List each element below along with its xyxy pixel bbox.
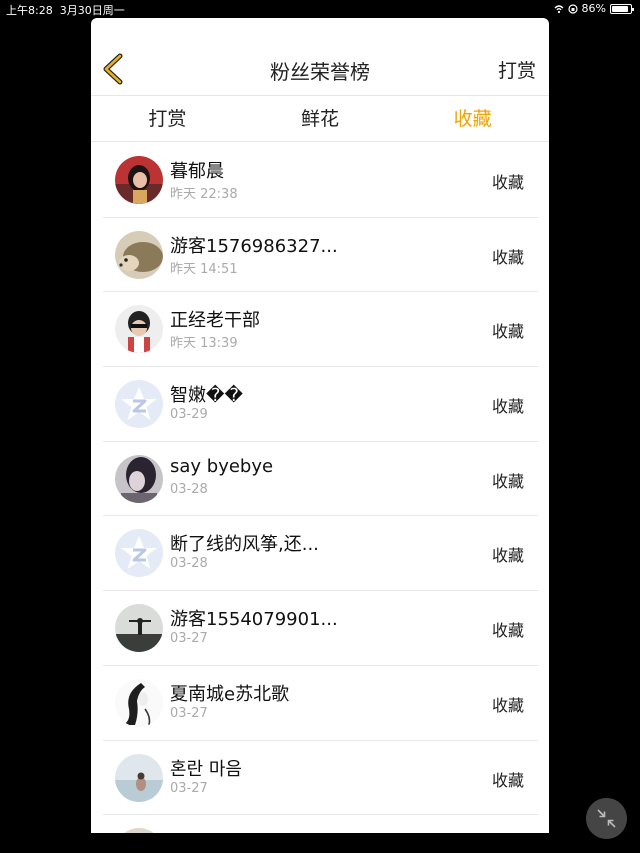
list-item[interactable]: 游客1554079901... 03-27 收藏 [103,591,538,666]
tab-flowers[interactable]: 鲜花 [244,96,397,141]
list-item-partial[interactable] [103,815,538,833]
status-right: 86% [554,2,634,15]
fan-list: 暮郁晨 昨天 22:38 收藏 游客1576986327... 昨天 14:51… [91,143,549,833]
status-time-date: 上午8:28 3月30日周一 [6,2,125,18]
fan-name: 正经老干部 [170,310,260,332]
tab-reward[interactable]: 打赏 [91,96,244,141]
list-item[interactable]: 正经老干部 昨天 13:39 收藏 [103,292,538,368]
favorite-action[interactable]: 收藏 [492,617,524,641]
fan-name: 断了线的风筝,还... [170,534,319,556]
avatar-sketch [115,678,163,727]
avatar-seaside [115,753,163,802]
fan-name: 夏南城e苏北歌 [170,683,290,705]
avatar-person [115,305,163,354]
tab-favorites[interactable]: 收藏 [396,96,549,141]
favorite-action[interactable]: 收藏 [492,244,524,268]
favorite-action[interactable]: 收藏 [492,542,524,566]
fan-time: 03-27 [170,705,208,721]
avatar-portrait [115,156,163,204]
favorite-action[interactable]: 收藏 [492,692,524,716]
collapse-icon[interactable] [586,798,627,839]
list-item[interactable]: 夏南城e苏北歌 03-27 收藏 [103,666,538,741]
avatar-silhouette [115,604,163,653]
list-item[interactable]: say byebye 03-28 收藏 [103,442,538,517]
fan-time: 03-28 [170,556,208,572]
list-item[interactable]: 断了线的风筝,还... 03-28 收藏 [103,516,538,592]
fan-name: 暮郁晨 [170,161,224,182]
list-item[interactable]: 智嫩�� 03-29 收藏 [103,367,538,442]
list-item[interactable]: 暮郁晨 昨天 22:38 收藏 [103,143,538,218]
favorite-action[interactable]: 收藏 [492,318,524,342]
list-item[interactable]: 혼란 마음 03-27 收藏 [103,741,538,816]
fan-time: 03-28 [170,481,208,497]
fan-name: 智嫩�� [170,385,243,407]
fan-name: 혼란 마음 [170,758,242,780]
battery-percent: 86% [581,2,606,15]
fan-name: say byebye [170,455,274,477]
fan-time: 03-27 [170,780,208,796]
status-date: 3月30日周一 [59,4,125,17]
fan-time: 昨天 13:39 [170,336,238,352]
tab-bar: 打赏 鲜花 收藏 [91,96,549,142]
default-avatar-icon [115,380,163,429]
fan-honor-panel: 粉丝荣誉榜 打赏 打赏 鲜花 收藏 暮郁晨 昨天 22:38 收藏 游客1576… [91,18,549,833]
fan-time: 昨天 14:51 [170,261,238,277]
favorite-action[interactable]: 收藏 [492,393,524,417]
wifi-icon [554,4,564,13]
nav-bar: 粉丝荣誉榜 打赏 [91,18,549,96]
fan-name: 游客1554079901... [170,609,338,631]
status-bar: 上午8:28 3月30日周一 86% [0,0,640,18]
fan-time: 03-29 [170,407,208,423]
battery-icon [610,3,634,14]
status-time: 上午8:28 [6,4,53,17]
avatar-hedgehog [115,230,163,279]
favorite-action[interactable]: 收藏 [492,468,524,492]
fan-time: 昨天 22:38 [170,187,238,202]
favorite-action[interactable]: 收藏 [492,169,524,193]
fan-name: 游客1576986327... [170,235,338,257]
default-avatar-icon [115,529,163,578]
avatar-dark-portrait [115,454,163,503]
reward-button[interactable]: 打赏 [498,56,536,83]
avatar-partial [115,828,163,833]
page-title: 粉丝荣誉榜 [270,60,370,84]
fan-time: 03-27 [170,631,208,647]
orientation-lock-icon [567,3,578,14]
list-item[interactable]: 游客1576986327... 昨天 14:51 收藏 [103,218,538,293]
favorite-action[interactable]: 收藏 [492,767,524,791]
